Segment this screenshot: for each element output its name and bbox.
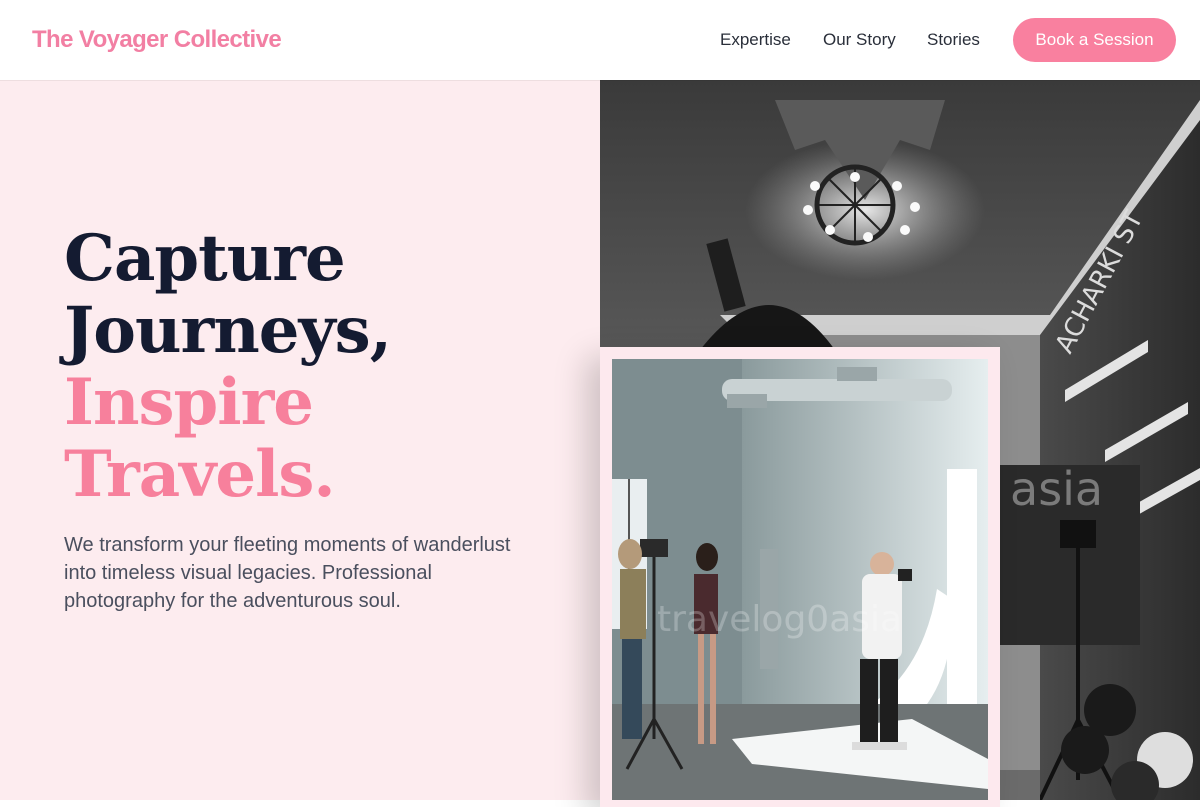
nav-link-expertise[interactable]: Expertise <box>720 30 791 50</box>
nav-link-our-story[interactable]: Our Story <box>823 30 896 50</box>
book-session-button[interactable]: Book a Session <box>1013 18 1176 62</box>
featured-studio-photo: travelog0asia <box>612 359 988 800</box>
site-logo[interactable]: The Voyager Collective <box>32 26 282 54</box>
featured-watermark: travelog0asia <box>657 599 902 640</box>
headline-line-journeys: Journeys, <box>64 293 392 368</box>
headline-line-inspire: Inspire <box>64 365 314 440</box>
hero-subtext: We transform your fleeting moments of wa… <box>64 534 511 612</box>
hero-headline: Capture Journeys, Inspire Travels. <box>64 221 392 512</box>
headline-line-travels: Travels. <box>64 437 336 512</box>
hero-text-panel: Capture Journeys, Inspire Travels. We tr… <box>0 80 600 800</box>
headline-line-capture: Capture <box>64 221 346 296</box>
nav-link-stories[interactable]: Stories <box>927 30 980 50</box>
site-header: The Voyager Collective Expertise Our Sto… <box>0 0 1200 80</box>
featured-photo-frame: travelog0asia <box>600 347 1000 807</box>
studio-watermark: asia <box>1010 462 1103 516</box>
